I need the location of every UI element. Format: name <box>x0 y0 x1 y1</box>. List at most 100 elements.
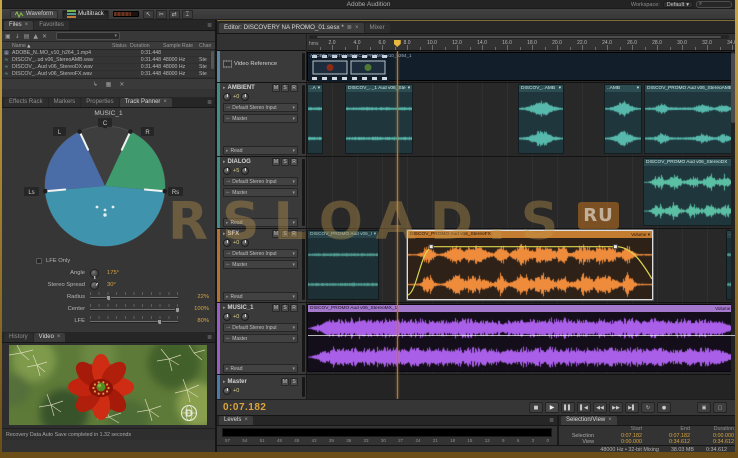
record-button[interactable]: R <box>290 84 298 92</box>
tab-track-panner[interactable]: Track Panner × <box>119 98 172 107</box>
tab-history[interactable]: History <box>4 333 33 342</box>
import-file-icon[interactable]: ↓ <box>15 32 20 41</box>
workspace-selector[interactable]: Default ▾ <box>662 1 693 8</box>
file-row[interactable]: ▦ ADOBE_N..MO_v10_h264_1.mp4 0:31.448 <box>2 50 215 57</box>
record-button[interactable]: R <box>290 158 298 166</box>
record-button[interactable]: R <box>290 230 298 238</box>
track-input-selector[interactable]: → Default Stereo Input ▾ <box>223 177 298 186</box>
volume-envelope-line[interactable] <box>308 335 735 337</box>
audio-clip[interactable]: DISCOV_.._1 Aud v06_StereoAMB▾ <box>345 84 413 154</box>
view-end[interactable]: 0:34.612 <box>645 439 693 446</box>
expand-icon[interactable]: ▸ <box>223 85 226 91</box>
col-name[interactable]: Name ▲ <box>11 43 111 49</box>
solo-button[interactable]: S <box>281 230 289 238</box>
clip-volume-tag[interactable]: Volume ▾ <box>631 232 650 238</box>
view-duration[interactable]: 0:34.612 <box>693 439 735 446</box>
multitrack-view-button[interactable]: Multitrack <box>62 9 109 19</box>
col-sample-rate[interactable]: Sample Rate <box>162 43 198 49</box>
volume-knob[interactable] <box>223 167 231 175</box>
mute-button[interactable]: M <box>272 304 280 312</box>
track-lane-music_1[interactable]: DISCOV_PROMO Aud v06_StereoMX_1 Volume ▾ <box>307 303 735 374</box>
open-file-icon[interactable]: ▣ <box>5 32 11 41</box>
solo-button[interactable]: S <box>281 158 289 166</box>
time-format-label[interactable]: hms <box>309 41 318 47</box>
file-row[interactable]: ≈ DISCOV_..Aud v06_StereoFX.wav 0:31.448 48… <box>2 71 215 78</box>
automation-mode-selector[interactable]: ▸ Read ▾ <box>223 146 298 155</box>
file-row[interactable]: ≈ DISCOV_..Aud v06_StereoDX.wav 0:31.448 48… <box>2 64 215 71</box>
angle-dial[interactable] <box>90 268 99 279</box>
slider-handle[interactable] <box>106 295 112 301</box>
center-slider[interactable] <box>90 304 180 314</box>
master-volume-knob[interactable] <box>223 387 231 395</box>
insert-into-multitrack-icon[interactable]: ↳ <box>93 80 98 89</box>
view-start[interactable]: 0:00.000 <box>597 439 645 446</box>
close-icon[interactable]: × <box>244 417 248 423</box>
lfe-only-checkbox[interactable] <box>36 258 42 264</box>
audio-clip[interactable]: DISCOV_..AMB ▾ <box>518 84 564 154</box>
record-button[interactable]: R <box>290 304 298 312</box>
stereo-spread-value[interactable]: 30° <box>107 282 116 288</box>
tab-files[interactable]: Files × <box>4 21 34 30</box>
automation-mode-selector[interactable]: ▸ Read ▾ <box>223 364 298 373</box>
time-selection-tool-icon[interactable]: ⌶ <box>181 9 193 19</box>
panel-menu-icon[interactable]: ≣ <box>549 417 554 424</box>
col-duration[interactable]: Duration <box>129 43 162 49</box>
playhead-line[interactable] <box>396 51 398 399</box>
master-track-header[interactable]: ▸ Master M S +0 <box>217 375 307 399</box>
chevron-down-icon[interactable]: ▾ <box>408 86 410 91</box>
panel-menu-icon[interactable]: ≣ <box>207 334 212 341</box>
chevron-down-icon[interactable]: ▾ <box>374 232 376 237</box>
col-status[interactable]: Status <box>111 43 129 49</box>
close-icon[interactable]: × <box>163 99 167 105</box>
tab-properties[interactable]: Properties <box>81 98 119 107</box>
slider-handle[interactable] <box>157 319 163 325</box>
master-track-lane[interactable] <box>307 375 735 399</box>
automation-mode-selector[interactable]: ▸ Read ▾ <box>223 292 298 301</box>
audio-clip[interactable]: DISCOV_PROMO Aud v06_StereoFX Volume ▾ <box>407 230 653 300</box>
lfe-slider[interactable] <box>90 316 178 326</box>
tracks-scrollbar[interactable] <box>731 51 735 399</box>
skip-forward-button[interactable]: ▶▌ <box>625 402 639 413</box>
radius-slider[interactable] <box>90 292 178 302</box>
track-header-dialog[interactable]: ▸ DIALOG M S R +5 → Default Stereo Input ▾ ← Maste… <box>217 157 307 228</box>
workspace-search-input[interactable]: ⌕ <box>696 1 732 8</box>
slider-handle[interactable] <box>175 307 180 313</box>
track-input-selector[interactable]: → Default Stereo Input ▾ <box>223 103 298 112</box>
track-lane-sfx[interactable]: DISCOV_PROMO Aud v06_StereoFX▾ DISCOV_PRO… <box>307 229 735 302</box>
files-filter-dropdown[interactable]: ▾ <box>56 32 121 40</box>
trash-icon[interactable]: ✕ <box>119 80 124 89</box>
pause-button[interactable]: ▌▌ <box>561 402 575 413</box>
tab-mixer[interactable]: Mixer <box>364 23 390 33</box>
stereo-spread-dial[interactable] <box>90 280 99 290</box>
lfe-value[interactable]: 80% <box>187 318 209 324</box>
angle-value[interactable]: 175° <box>107 270 119 276</box>
master-solo-button[interactable]: S <box>290 378 298 386</box>
mute-button[interactable]: M <box>272 158 280 166</box>
skip-back-button[interactable]: ▌◀ <box>577 402 591 413</box>
close-icon[interactable]: × <box>608 417 612 423</box>
track-header-sfx[interactable]: ▸ SFX M S R +0 → Default Stereo Input ▾ ← Master ▾ ▸… <box>217 229 307 302</box>
track-output-selector[interactable]: ← Master ▾ <box>223 114 298 123</box>
audio-clip[interactable]: DISCOV_PROMO Aud v06_StereoAMB▾ <box>644 84 735 154</box>
volume-envelope[interactable] <box>408 238 652 300</box>
radius-value[interactable]: 22% <box>187 294 209 300</box>
file-row[interactable]: ≈ DISCOV_..ud v06_StereoAMB.wav 0:31.448 48… <box>2 57 215 64</box>
track-lane-ambient[interactable]: ..AMB▾DISCOV_.._1 Aud v06_StereoAMB▾DISC… <box>307 83 735 156</box>
surround-panner-graph[interactable]: C L R Ls Rs <box>2 118 215 250</box>
loop-button[interactable]: ↻ <box>641 402 655 413</box>
tab-levels[interactable]: Levels × <box>219 416 253 425</box>
close-icon[interactable]: × <box>57 334 61 340</box>
audio-clip[interactable]: DISCOV_PROMO Aud v06_StereoFX▾ <box>307 230 379 300</box>
col-channels[interactable]: Chan <box>198 43 215 49</box>
track-header-ambient[interactable]: ▸ AMBIENT M S R +0 → Default Stereo Input ▾ ← Mast… <box>217 83 307 156</box>
tab-favorites[interactable]: Favorites <box>34 21 69 30</box>
slip-tool-icon[interactable]: ⇄ <box>168 9 180 19</box>
expand-icon[interactable]: ▸ <box>223 231 226 237</box>
track-header-music_1[interactable]: ▸ MUSIC_1 M S R +0 → Default Stereo Input ▾ ← Mast… <box>217 303 307 374</box>
pan-knob[interactable] <box>241 93 250 101</box>
video-track-header[interactable]: Video Reference <box>217 51 307 82</box>
pan-knob[interactable] <box>241 313 250 321</box>
close-icon[interactable]: × <box>355 25 359 31</box>
tab-selection-view[interactable]: Selection/View × <box>561 416 617 425</box>
panel-menu-icon[interactable]: ≣ <box>347 24 352 31</box>
